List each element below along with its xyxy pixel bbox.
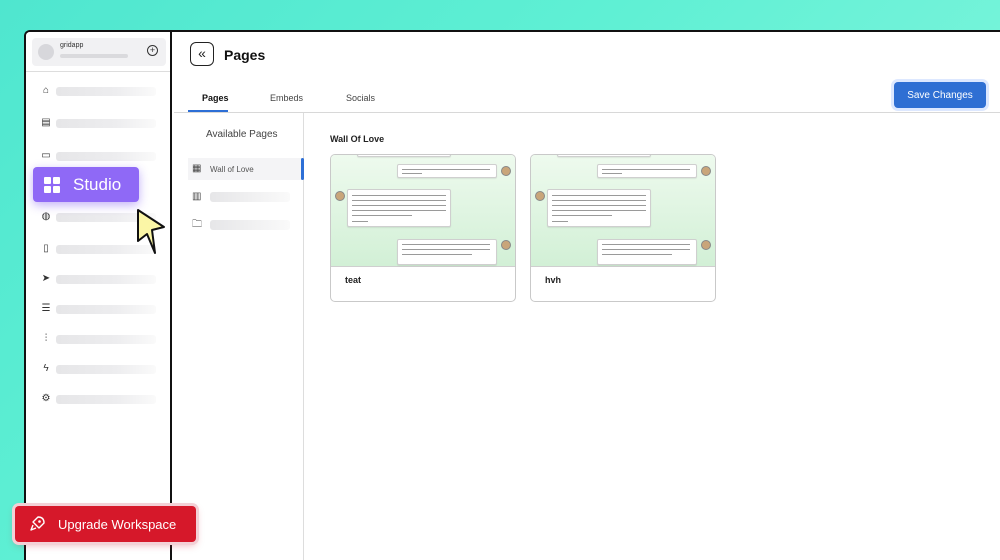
workspace-name: gridapp	[60, 42, 84, 49]
available-pages-panel: Available Pages ▦ Wall of Love ▥ 🗀	[174, 113, 304, 560]
main-content: « Pages Pages Embeds Socials Save Change…	[174, 32, 1000, 560]
lightning-icon: ϟ	[43, 363, 49, 374]
nav-label-placeholder	[56, 275, 156, 284]
reviewer-avatar	[335, 191, 345, 201]
gear-icon: ⚙	[41, 393, 51, 404]
page-item-label: Wall of Love	[210, 165, 254, 174]
folder-icon: 🗀	[192, 219, 202, 230]
studio-monitor-icon: ▭	[41, 150, 51, 161]
layout-check-icon: ▦	[192, 163, 202, 174]
page-card[interactable]: teat	[330, 154, 516, 302]
preview-bubble	[547, 189, 651, 227]
preview-bubble	[557, 155, 651, 157]
nav-label-placeholder	[56, 119, 156, 128]
nav-item-home[interactable]: ⌂	[36, 84, 160, 98]
reviewer-avatar	[501, 240, 511, 250]
book-icon: ▥	[192, 191, 202, 202]
page-card-name: hvh	[545, 275, 562, 285]
upgrade-workspace-label: Upgrade Workspace	[58, 517, 177, 532]
home-icon: ⌂	[42, 85, 50, 96]
upgrade-workspace-button[interactable]: Upgrade Workspace	[15, 506, 196, 542]
available-pages-title: Available Pages	[206, 129, 278, 140]
studio-label: Studio	[73, 175, 122, 194]
section-title: Wall Of Love	[330, 134, 385, 144]
send-icon: ➤	[41, 273, 51, 284]
server-icon: ☰	[41, 303, 51, 314]
nav-label-placeholder	[56, 395, 156, 404]
nav-label-placeholder	[56, 152, 156, 161]
reviewer-avatar	[501, 166, 511, 176]
nav-item-integrations[interactable]: ϟ	[36, 362, 160, 376]
preview-bubble	[597, 164, 697, 178]
bar-chart-icon: ⫶	[44, 333, 48, 344]
grid-icon	[44, 177, 60, 193]
reviewer-avatar	[701, 240, 711, 250]
tab-pages[interactable]: Pages	[202, 93, 229, 103]
cursor-pointer-icon	[137, 209, 165, 254]
nav-label-placeholder	[56, 335, 156, 344]
page-card-thumbnail	[331, 155, 515, 267]
page-item-3[interactable]: 🗀	[188, 214, 302, 236]
left-nav: gridapp + ⌂ ▤ ▭ ◍ ▯ ➤ ☰ ⫶ ϟ ⚙	[26, 32, 172, 560]
file-icon: ▯	[43, 243, 49, 254]
save-changes-button[interactable]: Save Changes	[894, 82, 986, 108]
nav-label-placeholder	[56, 365, 156, 374]
preview-bubble	[397, 239, 497, 265]
page-card-name: teat	[345, 275, 362, 285]
page-card[interactable]: hvh	[530, 154, 716, 302]
page-title: Pages	[224, 47, 266, 63]
page-item-wall-of-love[interactable]: ▦ Wall of Love	[188, 158, 304, 180]
preview-bubble	[597, 239, 697, 265]
page-card-thumbnail	[531, 155, 715, 267]
reviewer-avatar	[535, 191, 545, 201]
nav-label-placeholder	[56, 305, 156, 314]
nav-item-server[interactable]: ☰	[36, 302, 160, 316]
app-window: gridapp + ⌂ ▤ ▭ ◍ ▯ ➤ ☰ ⫶ ϟ ⚙ « Pages Pa…	[24, 30, 1000, 560]
tab-socials[interactable]: Socials	[346, 93, 375, 103]
nav-item-send[interactable]: ➤	[36, 272, 160, 286]
workspace-subtitle-placeholder	[60, 54, 128, 58]
preview-bubble	[347, 189, 451, 227]
nav-item-settings[interactable]: ⚙	[36, 392, 160, 406]
avatar	[38, 44, 54, 60]
double-chevron-left-icon: «	[198, 45, 206, 61]
page-label-placeholder	[210, 192, 290, 202]
document-stack-icon: ▤	[41, 117, 51, 128]
preview-bubble	[357, 155, 451, 157]
workspace-switcher[interactable]: gridapp +	[32, 38, 166, 66]
back-button[interactable]: «	[190, 42, 214, 66]
rocket-icon	[30, 516, 45, 531]
nav-divider	[26, 71, 170, 72]
active-page-indicator	[301, 158, 304, 180]
nav-item-documents[interactable]: ▤	[36, 116, 160, 130]
plus-circle-icon[interactable]: +	[147, 45, 158, 56]
nav-label-placeholder	[56, 87, 156, 96]
nav-item-studio[interactable]: ▭	[36, 149, 160, 163]
nav-item-analytics[interactable]: ⫶	[36, 332, 160, 346]
preview-bubble	[397, 164, 497, 178]
reviewer-avatar	[701, 166, 711, 176]
page-label-placeholder	[210, 220, 290, 230]
page-item-2[interactable]: ▥	[188, 186, 302, 208]
palette-icon: ◍	[41, 211, 51, 222]
studio-callout[interactable]: Studio	[33, 167, 139, 202]
tab-embeds[interactable]: Embeds	[270, 93, 303, 103]
